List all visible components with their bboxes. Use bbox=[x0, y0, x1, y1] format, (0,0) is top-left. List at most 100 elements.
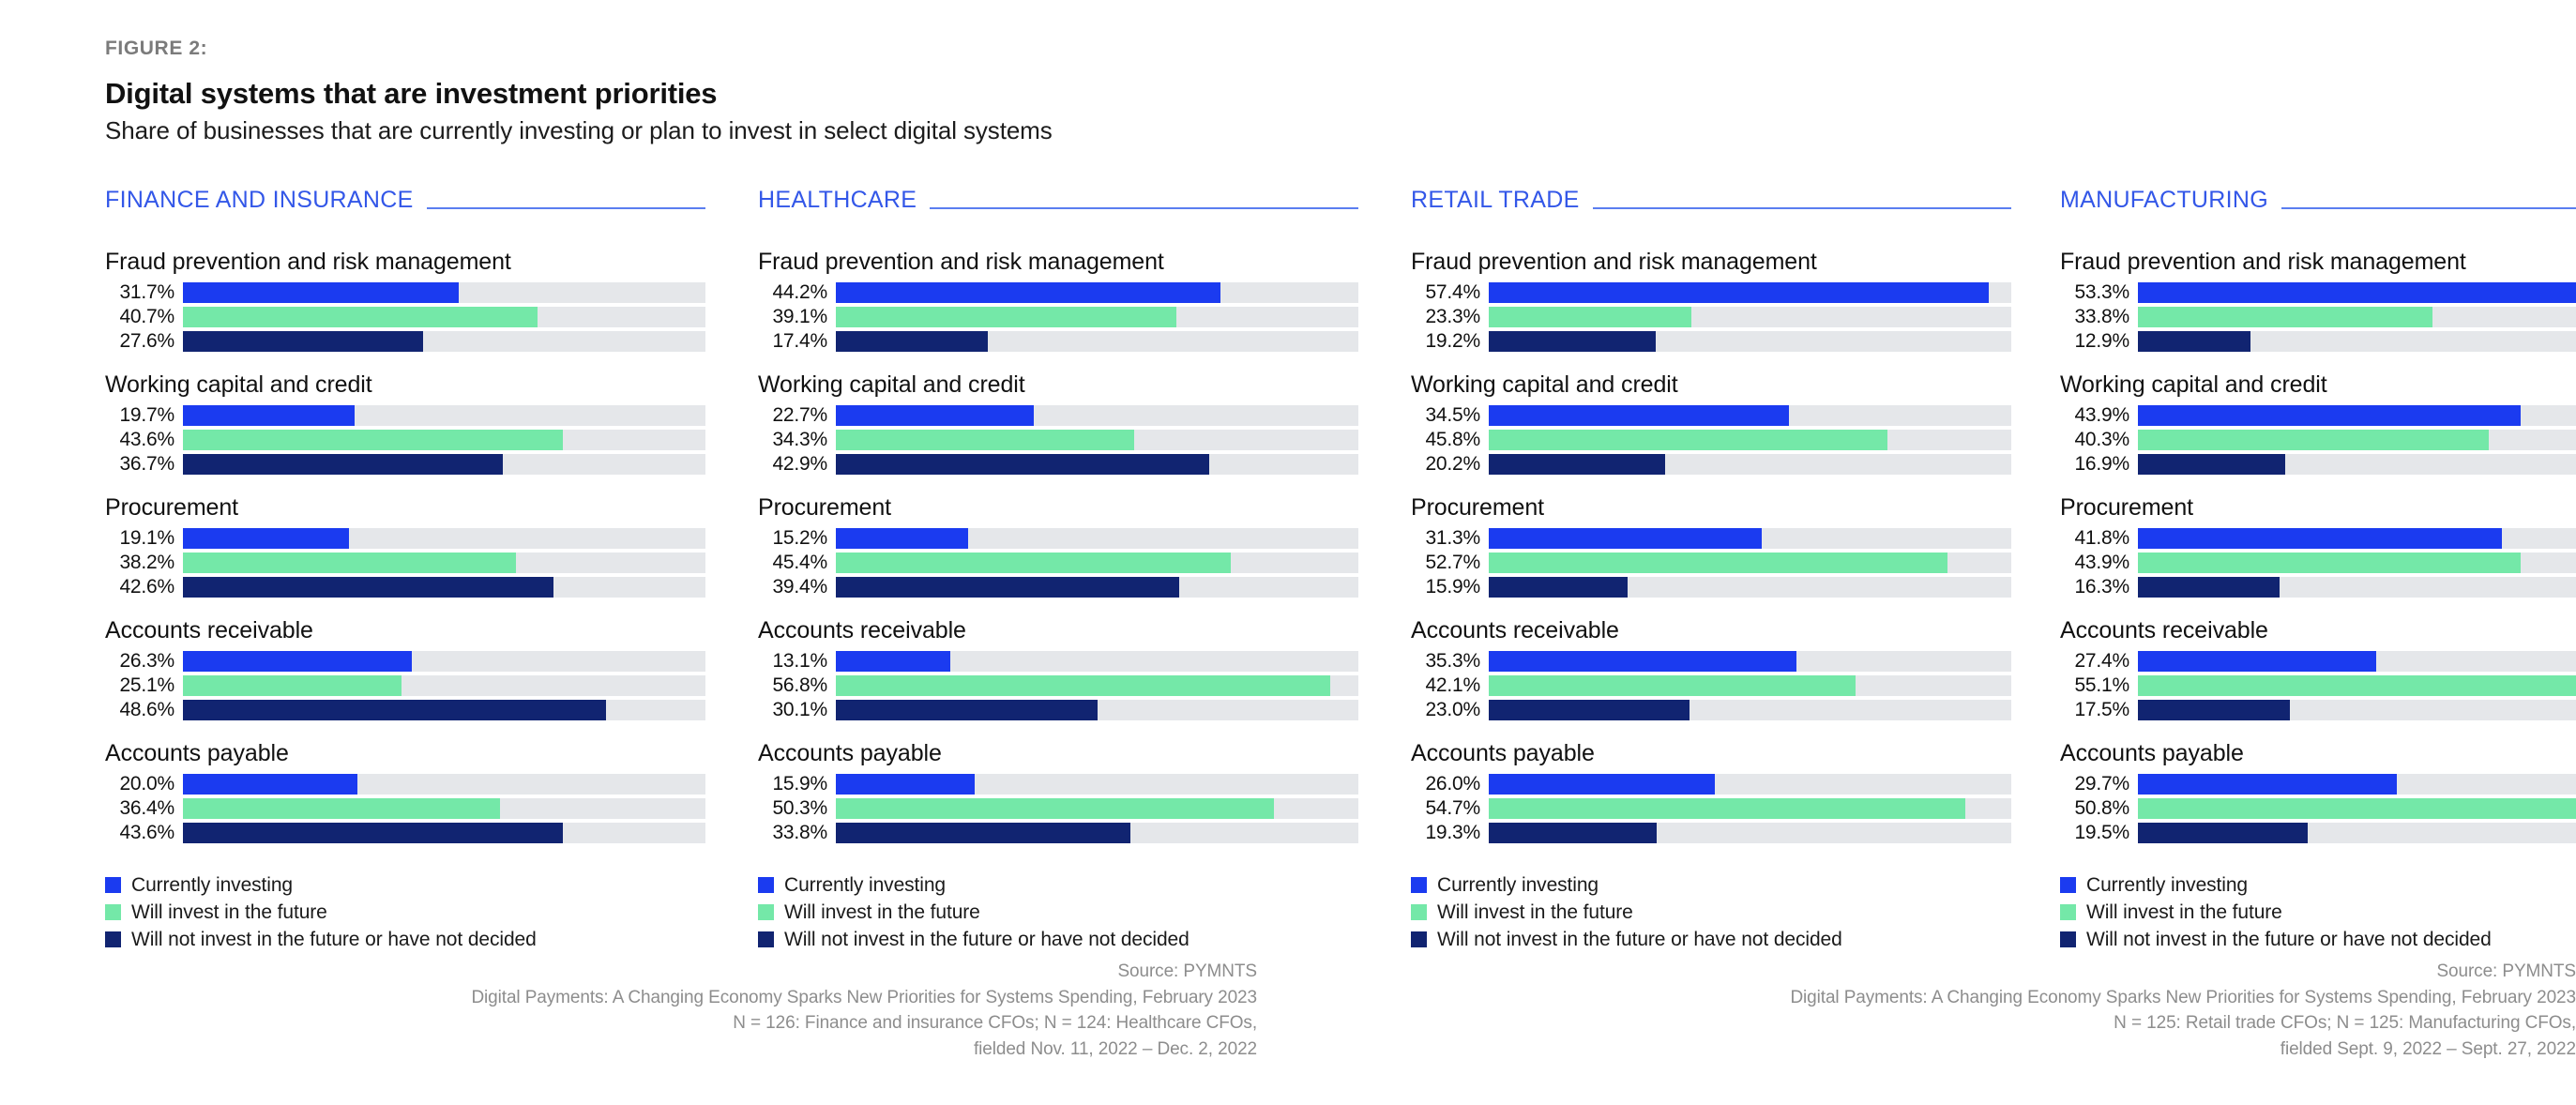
panel-rule bbox=[426, 207, 705, 209]
legend-item: Will invest in the future bbox=[1411, 899, 2011, 926]
bar-value-label: 19.7% bbox=[119, 403, 174, 426]
bar-group-title: Procurement bbox=[2060, 494, 2194, 521]
bar-value-label: 31.7% bbox=[119, 280, 174, 303]
bar-value-label: 15.2% bbox=[772, 526, 827, 549]
bar-group: Accounts receivable 27.4% 55.1% 17.5% bbox=[2060, 617, 2576, 720]
bar-row: 13.1% bbox=[758, 650, 1358, 672]
bar-group: Fraud prevention and risk management 57.4… bbox=[1411, 249, 2011, 352]
bar-track bbox=[836, 699, 1358, 720]
bar-row: 12.9% bbox=[2060, 330, 2576, 352]
bar-row: 36.7% bbox=[105, 453, 705, 475]
bar-fill bbox=[1489, 552, 1948, 573]
bar-fill bbox=[183, 429, 563, 450]
bar-row: 15.9% bbox=[1411, 576, 2011, 598]
panel-header: RETAIL TRADE bbox=[1411, 184, 2011, 216]
bar-value-label: 42.6% bbox=[119, 575, 174, 598]
bar-fill bbox=[836, 650, 950, 672]
bar-row: 26.3% bbox=[105, 650, 705, 672]
bar-value-label: 39.1% bbox=[772, 305, 827, 327]
legend-label: Currently investing bbox=[784, 873, 947, 896]
bar-group-title: Accounts receivable bbox=[758, 617, 966, 643]
source-line: N = 125: Retail trade CFOs; N = 125: Man… bbox=[2114, 1013, 2576, 1034]
legend: Currently investing Will invest in the fu… bbox=[758, 871, 1358, 953]
bar-fill bbox=[2138, 773, 2397, 795]
bar-row: 43.6% bbox=[105, 429, 705, 450]
bar-group: Procurement 19.1% 38.2% 42.6% bbox=[105, 494, 705, 598]
bar-row: 52.7% bbox=[1411, 552, 2011, 573]
bar-value-label: 56.8% bbox=[772, 674, 827, 696]
bar-fill bbox=[836, 306, 1176, 327]
bar-track bbox=[183, 429, 705, 450]
bar-group-title: Accounts receivable bbox=[1411, 617, 1619, 643]
panel-groups: Fraud prevention and risk management 57.4… bbox=[1411, 249, 2011, 843]
bar-row: 39.1% bbox=[758, 306, 1358, 327]
bar-value-label: 34.3% bbox=[772, 428, 827, 450]
bar-value-label: 23.3% bbox=[1425, 305, 1480, 327]
legend-label: Currently investing bbox=[131, 873, 294, 896]
bar-value-label: 33.8% bbox=[772, 821, 827, 843]
bar-value-label: 31.3% bbox=[1425, 526, 1480, 549]
bar-fill bbox=[183, 306, 538, 327]
bar-track bbox=[2138, 527, 2576, 549]
bar-value-label: 40.7% bbox=[119, 305, 174, 327]
bar-row: 19.2% bbox=[1411, 330, 2011, 352]
bar-row: 34.3% bbox=[758, 429, 1358, 450]
bar-row: 38.2% bbox=[105, 552, 705, 573]
bar-group-title: Accounts payable bbox=[1411, 740, 1595, 766]
panel-retail-trade: RETAIL TRADE Fraud prevention and risk ma… bbox=[1411, 184, 2011, 953]
bar-fill bbox=[2138, 699, 2291, 720]
bar-value-label: 22.7% bbox=[772, 403, 827, 426]
bar-fill bbox=[836, 822, 1130, 843]
bar-fill bbox=[836, 281, 1221, 303]
bar-row: 36.4% bbox=[105, 797, 705, 819]
panel-title: RETAIL TRADE bbox=[1411, 186, 1580, 213]
bar-value-label: 55.1% bbox=[2074, 674, 2129, 696]
bar-group-title: Procurement bbox=[1411, 494, 1545, 521]
bar-value-label: 29.7% bbox=[2074, 772, 2129, 795]
bar-group: Fraud prevention and risk management 53.3… bbox=[2060, 249, 2576, 352]
figure-container: FIGURE 2: Digital systems that are inves… bbox=[0, 0, 2576, 1105]
legend-swatch-icon bbox=[2060, 931, 2076, 947]
bar-track bbox=[2138, 453, 2576, 475]
bar-value-label: 19.1% bbox=[119, 526, 174, 549]
bar-track bbox=[836, 527, 1358, 549]
bar-value-label: 38.2% bbox=[119, 551, 174, 573]
bar-group-title: Procurement bbox=[758, 494, 892, 521]
bar-group: Working capital and credit 22.7% 34.3% 42.9… bbox=[758, 371, 1358, 475]
legend-label: Will not invest in the future or have no… bbox=[1437, 928, 1842, 950]
bar-fill bbox=[1489, 576, 1628, 598]
bar-fill bbox=[836, 699, 1099, 720]
panel-rule bbox=[930, 207, 1358, 209]
bar-group: Procurement 15.2% 45.4% 39.4% bbox=[758, 494, 1358, 598]
bar-fill bbox=[2138, 674, 2576, 696]
bar-track bbox=[1489, 822, 2011, 843]
bar-group: Fraud prevention and risk management 31.7… bbox=[105, 249, 705, 352]
bar-value-label: 12.9% bbox=[2074, 329, 2129, 352]
bar-group: Accounts payable 15.9% 50.3% 33.8% bbox=[758, 740, 1358, 843]
bar-fill bbox=[1489, 797, 1965, 819]
legend-item: Currently investing bbox=[2060, 871, 2576, 899]
bar-track bbox=[2138, 552, 2576, 573]
legend-item: Will not invest in the future or have no… bbox=[1411, 926, 2011, 953]
bar-value-label: 13.1% bbox=[772, 649, 827, 672]
bar-value-label: 16.3% bbox=[2074, 575, 2129, 598]
bar-value-label: 43.6% bbox=[119, 821, 174, 843]
bar-fill bbox=[1489, 773, 1716, 795]
bar-track bbox=[1489, 797, 2011, 819]
bar-fill bbox=[2138, 650, 2377, 672]
bar-value-label: 30.1% bbox=[772, 698, 827, 720]
bar-fill bbox=[183, 404, 355, 426]
bar-track bbox=[2138, 797, 2576, 819]
legend-swatch-icon bbox=[758, 931, 774, 947]
bar-track bbox=[2138, 306, 2576, 327]
bar-fill bbox=[1489, 822, 1658, 843]
bar-value-label: 16.9% bbox=[2074, 452, 2129, 475]
figure-header: FIGURE 2: Digital systems that are inves… bbox=[105, 38, 2450, 145]
bar-track bbox=[836, 576, 1358, 598]
bar-track bbox=[1489, 404, 2011, 426]
bar-row: 25.1% bbox=[105, 674, 705, 696]
bar-row: 19.5% bbox=[2060, 822, 2576, 843]
bar-value-label: 27.6% bbox=[119, 329, 174, 352]
bar-track bbox=[2138, 674, 2576, 696]
legend-item: Currently investing bbox=[758, 871, 1358, 899]
